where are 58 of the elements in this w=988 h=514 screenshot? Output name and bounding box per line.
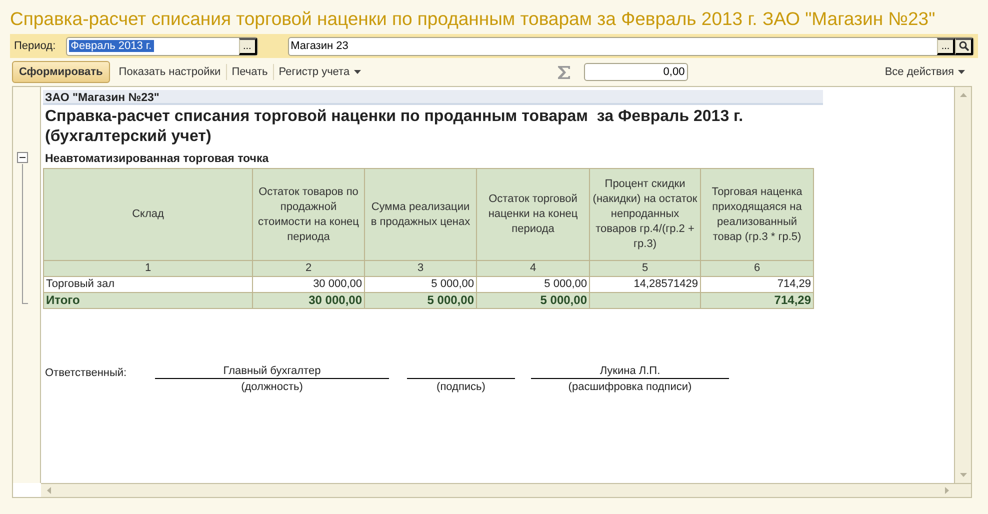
table-cell: 5 000,00 — [364, 276, 476, 293]
report-subtitle: (бухгалтерский учет) — [44, 127, 212, 147]
responsible-label: Ответственный: — [45, 366, 128, 382]
caret-icon — [958, 70, 965, 74]
total-cell: Итого — [44, 292, 252, 309]
column-number: 1 — [44, 260, 252, 277]
window-title: Справка-расчет списания торговой наценки по проданным товарам за Февраль 2013 г. ЗАО "Магазин №23" — [9, 7, 936, 31]
column-header: Остаток товаров по продажной стоимости на конец периода — [252, 168, 364, 261]
scroll-down-icon[interactable] — [960, 473, 966, 477]
column-header: Склад — [44, 168, 252, 261]
total-cell: 5 000,00 — [476, 292, 590, 309]
signature-caption: (должность) — [241, 380, 303, 396]
collapse-icon[interactable] — [17, 152, 28, 163]
signature-value: Главный бухгалтер — [155, 365, 389, 380]
table-cell: 30 000,00 — [252, 276, 364, 293]
search-icon — [958, 41, 968, 51]
total-cell: 5 000,00 — [364, 292, 476, 309]
search-button[interactable] — [955, 38, 973, 54]
sigma-icon — [558, 66, 570, 78]
period-label: Период: — [14, 38, 56, 54]
total-cell: 30 000,00 — [252, 292, 364, 309]
scroll-up-icon[interactable] — [960, 93, 966, 97]
period-field[interactable]: Февраль 2013 г. ... — [66, 36, 258, 56]
all-actions-button[interactable]: Все действия — [880, 64, 970, 80]
select-button[interactable]: ... — [238, 38, 257, 54]
company-name: ЗАО "Магазин №23" — [43, 90, 823, 105]
toolbar-button[interactable]: Печать — [226, 64, 274, 80]
table-cell: Торговый зал — [44, 276, 252, 293]
signature-caption: (расшифровка подписи) — [568, 380, 692, 396]
column-number: 4 — [476, 260, 590, 277]
signature-value: Лукина Л.П. — [531, 365, 729, 380]
toolbar-button[interactable]: Показать настройки — [114, 64, 227, 80]
column-number: 5 — [590, 260, 700, 277]
column-number: 2 — [252, 260, 364, 277]
total-cell: 714,29 — [700, 292, 814, 309]
column-header: Сумма реализации в продажных ценах — [364, 168, 476, 261]
column-number: 6 — [700, 260, 814, 277]
scroll-left-icon[interactable] — [47, 487, 51, 494]
period-value: Февраль 2013 г. — [68, 40, 154, 52]
column-number: 3 — [364, 260, 476, 277]
generate-button[interactable]: Сформировать — [12, 60, 110, 84]
organization-field[interactable]: Магазин 23 ... — [288, 36, 974, 56]
scroll-right-icon[interactable] — [945, 487, 949, 494]
sum-field[interactable]: 0,00 — [584, 63, 688, 81]
table-cell: 14,28571429 — [590, 276, 700, 293]
column-header: Торговая наценка приходящаяся на реализованный товар (гр.3 * гр.5) — [700, 168, 814, 261]
report-title: Справка-расчет списания торговой наценки по проданным товарам за Февраль 2013 г. — [45, 107, 744, 127]
column-header: Остаток торговой наценки на конец периода — [476, 168, 590, 261]
signature-caption: (подпись) — [436, 380, 486, 396]
table-cell: 5 000,00 — [476, 276, 590, 293]
vertical-scrollbar[interactable] — [954, 87, 971, 483]
group-label: Неавтоматизированная торговая точка — [44, 152, 270, 167]
caret-icon — [354, 70, 361, 74]
dropdown-button[interactable]: Регистр учета — [274, 64, 366, 80]
column-header: Процент скидки (накидки) на остаток непроданных товаров гр.4/(гр.2 + гр.3) — [590, 168, 700, 261]
select-button[interactable]: ... — [937, 38, 955, 54]
table-cell: 714,29 — [700, 276, 814, 293]
horizontal-scrollbar[interactable] — [41, 483, 971, 497]
